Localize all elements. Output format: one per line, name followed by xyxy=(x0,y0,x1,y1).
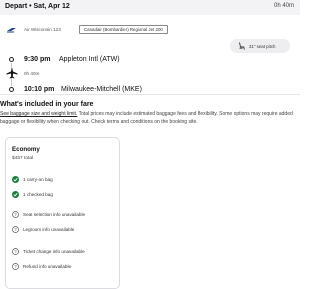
seat-pitch-label: 31" seat pitch xyxy=(249,43,276,49)
aircraft-badge: Canadair (Bombardier) Regional Jet 200 xyxy=(79,25,168,34)
fare-card-economy: Economy $457 total 1 carry-on bag 1 chec… xyxy=(5,137,120,289)
feature-label: 1 checked bag xyxy=(23,191,53,197)
question-circle-icon: ? xyxy=(12,248,19,255)
leg-route-date: Depart • Sat, Apr 12 xyxy=(5,3,70,10)
airline-name: Air Wisconsin 123 xyxy=(24,27,61,32)
arrival-time: 10:10 pm xyxy=(24,86,55,93)
leg-total-duration: 0h 40m xyxy=(273,3,294,9)
departure-dot-icon xyxy=(9,57,14,62)
seat-pitch-chip: 31" seat pitch xyxy=(230,39,290,53)
fare-name: Economy xyxy=(12,146,40,153)
airline-logo-icon xyxy=(7,28,16,33)
svg-text:?: ? xyxy=(14,249,17,254)
check-circle-icon xyxy=(12,176,19,183)
svg-text:?: ? xyxy=(14,227,17,232)
departure-airport: Appleton Intl (ATW) xyxy=(59,56,120,63)
arrival-dot-icon xyxy=(9,87,14,92)
arrival-airport: Milwaukee-Mitchell (MKE) xyxy=(61,86,142,93)
question-circle-icon: ? xyxy=(12,211,19,218)
section-divider xyxy=(0,94,300,95)
question-circle-icon: ? xyxy=(12,226,19,233)
feature-label: 1 carry-on bag xyxy=(23,176,53,182)
svg-text:?: ? xyxy=(14,212,17,217)
plane-icon xyxy=(6,67,18,79)
feature-label: Seat selection info unavailable xyxy=(23,211,86,217)
flight-duration: 0h 40m xyxy=(24,71,40,76)
fare-price: $457 total xyxy=(12,156,34,161)
question-circle-icon: ? xyxy=(12,263,19,270)
fare-info-text: See baggage size and weight limit. Total… xyxy=(0,111,300,126)
leg-header: Depart • Sat, Apr 12 0h 40m xyxy=(0,0,300,15)
feature-label: Legroom info unavailable xyxy=(23,226,75,232)
fare-section-title: What's included in your fare xyxy=(0,101,94,108)
feature-label: Ticket change info unavailable xyxy=(23,248,85,254)
departure-time: 9:30 pm xyxy=(24,56,51,63)
feature-label: Refund info unavailable xyxy=(23,263,72,269)
baggage-limit-link[interactable]: See baggage size and weight limit. xyxy=(0,111,77,117)
seat-icon xyxy=(239,42,245,50)
svg-text:?: ? xyxy=(14,264,17,269)
flight-details: Air Wisconsin 123 Canadair (Bombardier) … xyxy=(0,15,295,93)
check-circle-icon xyxy=(12,191,19,198)
